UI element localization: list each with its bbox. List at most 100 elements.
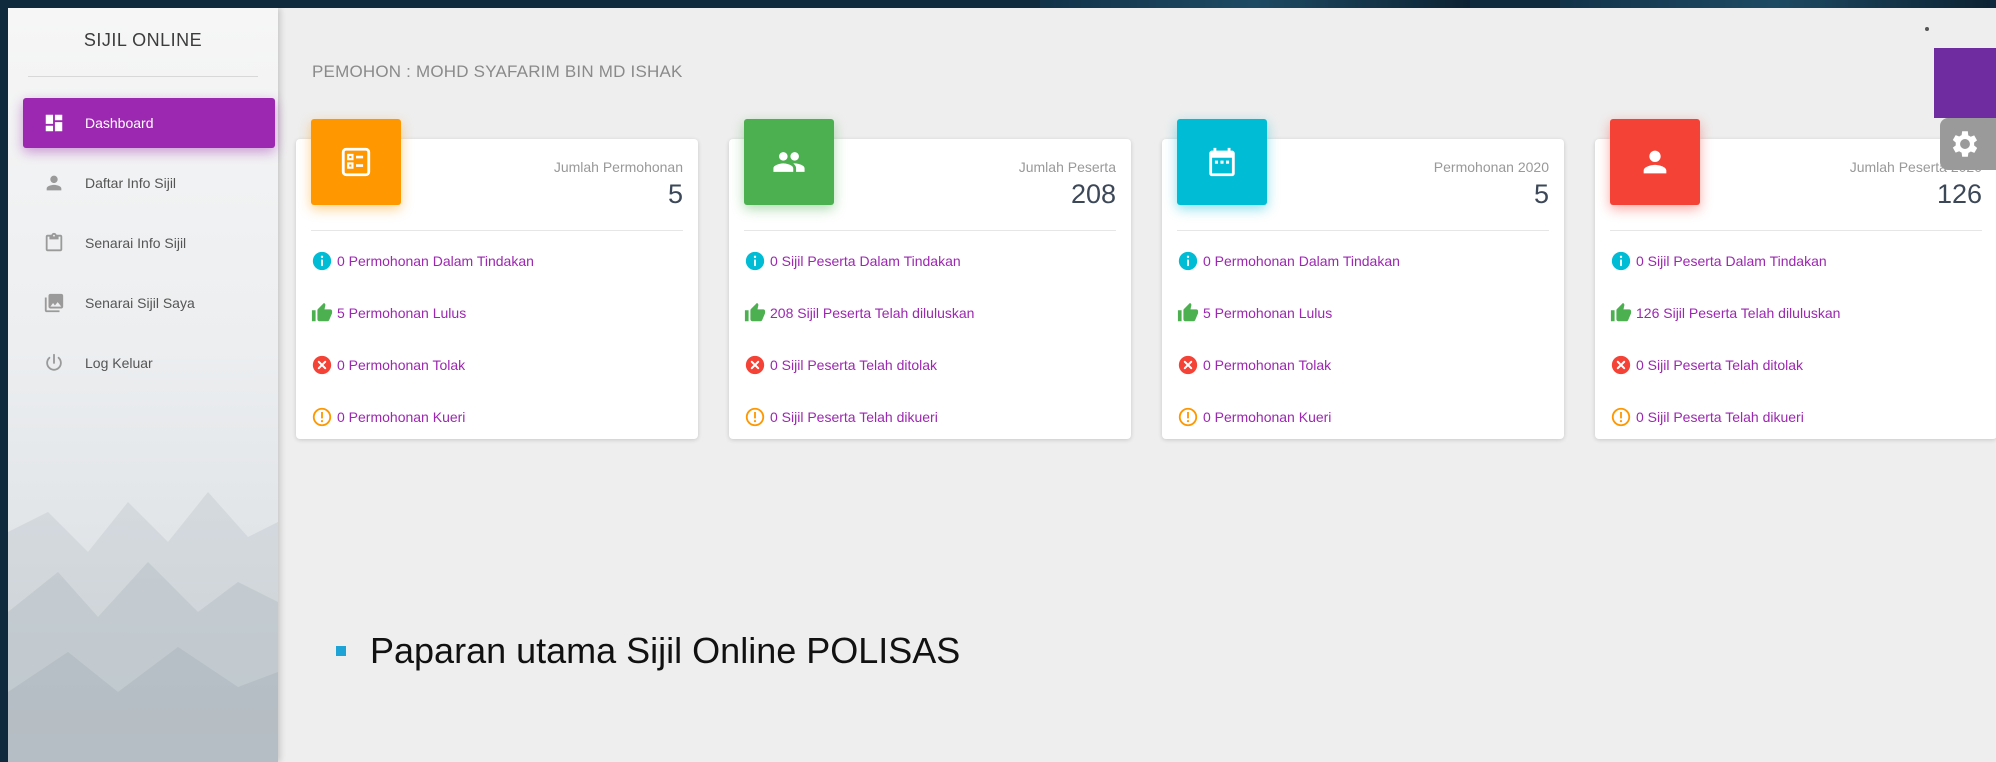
person-icon <box>46 175 62 191</box>
background-streak <box>1560 0 1990 8</box>
sidebar: SIJIL ONLINE Dashboard Daftar Info Sijil… <box>8 8 278 762</box>
stat-lulus[interactable]: 5 Permohonan Lulus <box>1177 302 1332 324</box>
sidebar-item-label: Senarai Sijil Saya <box>85 295 195 311</box>
settings-toggle[interactable] <box>1940 118 1996 170</box>
stat-card-permohonan: Jumlah Permohonan 5 0 Permohonan Dalam T… <box>296 119 698 439</box>
card-category: Jumlah Permohonan <box>553 159 683 175</box>
warning-icon <box>745 407 765 427</box>
stat-kueri[interactable]: 0 Permohonan Kueri <box>1177 406 1331 428</box>
stat-label: 0 Sijil Peserta Telah dikueri <box>1636 409 1804 425</box>
stat-card-peserta: Jumlah Peserta 208 0 Sijil Peserta Dalam… <box>729 119 1131 439</box>
slide-caption: Paparan utama Sijil Online POLISAS <box>370 630 961 671</box>
stat-label: 0 Permohonan Tolak <box>1203 357 1332 373</box>
stat-label: 126 Sijil Peserta Telah diluluskan <box>1636 305 1841 321</box>
clipboard-icon <box>45 232 63 252</box>
card-icon-box <box>311 119 401 205</box>
card-icon-box <box>744 119 834 205</box>
stat-dalam-tindakan[interactable]: 0 Sijil Peserta Dalam Tindakan <box>1610 250 1827 272</box>
cancel-icon <box>745 355 765 375</box>
stat-label: 5 Permohonan Lulus <box>337 305 467 321</box>
stat-tolak[interactable]: 0 Permohonan Tolak <box>311 354 465 376</box>
card-divider <box>1610 230 1982 231</box>
thumbs-up-icon <box>744 302 766 322</box>
info-icon <box>312 251 332 271</box>
card-divider <box>311 230 683 231</box>
cancel-icon <box>312 355 332 375</box>
brand-title[interactable]: SIJIL ONLINE <box>28 30 258 51</box>
card-value: 5 <box>667 179 683 209</box>
warning-icon <box>312 407 332 427</box>
stat-label: 0 Sijil Peserta Telah dikueri <box>770 409 938 425</box>
stat-card-peserta-2020: Jumlah Peserta 2020 126 0 Sijil Peserta … <box>1595 119 1996 439</box>
stat-dikueri[interactable]: 0 Sijil Peserta Telah dikueri <box>744 406 938 428</box>
calendar-icon <box>1209 147 1235 177</box>
sidebar-item-senarai-info-sijil[interactable]: Senarai Info Sijil <box>23 218 275 268</box>
stat-label: 0 Permohonan Dalam Tindakan <box>337 253 534 269</box>
card-divider <box>744 230 1116 231</box>
card-category: Permohonan 2020 <box>1433 159 1549 175</box>
info-icon <box>1178 251 1198 271</box>
brand-divider <box>28 76 258 77</box>
thumbs-up-icon <box>1610 302 1632 322</box>
sidebar-item-label: Dashboard <box>85 115 154 131</box>
stat-lulus[interactable]: 5 Permohonan Lulus <box>311 302 466 324</box>
stat-dalam-tindakan[interactable]: 0 Permohonan Dalam Tindakan <box>1177 250 1400 272</box>
card-category: Jumlah Peserta <box>1018 159 1116 175</box>
sidebar-item-senarai-sijil-saya[interactable]: Senarai Sijil Saya <box>23 278 275 328</box>
stat-ditolak[interactable]: 0 Sijil Peserta Telah ditolak <box>744 354 937 376</box>
card-icon-box <box>1610 119 1700 205</box>
stat-dalam-tindakan[interactable]: 0 Permohonan Dalam Tindakan <box>311 250 534 272</box>
stat-diluluskan[interactable]: 126 Sijil Peserta Telah diluluskan <box>1610 302 1840 324</box>
stat-label: 0 Sijil Peserta Telah ditolak <box>1636 357 1804 373</box>
sidebar-item-label: Daftar Info Sijil <box>85 175 177 191</box>
gear-icon <box>1952 131 1978 157</box>
stat-card-permohonan-2020: Permohonan 2020 5 0 Permohonan Dalam Tin… <box>1162 119 1564 439</box>
card-divider <box>1177 230 1549 231</box>
bullet-marker <box>336 646 346 656</box>
warning-icon <box>1611 407 1631 427</box>
card-value: 5 <box>1533 179 1549 209</box>
stat-label: 0 Permohonan Tolak <box>337 357 466 373</box>
stat-label: 0 Permohonan Dalam Tindakan <box>1203 253 1400 269</box>
stat-ditolak[interactable]: 0 Sijil Peserta Telah ditolak <box>1610 354 1803 376</box>
dashboard-icon <box>45 114 63 132</box>
list-icon <box>341 147 371 177</box>
slide-bullet: Paparan utama Sijil Online POLISAS <box>336 630 960 672</box>
info-icon <box>745 251 765 271</box>
stat-label: 0 Permohonan Kueri <box>1203 409 1332 425</box>
thumbs-up-icon <box>1177 302 1199 322</box>
card-value: 126 <box>1936 179 1982 209</box>
stat-kueri[interactable]: 0 Permohonan Kueri <box>311 406 465 428</box>
stat-diluluskan[interactable]: 208 Sijil Peserta Telah diluluskan <box>744 302 974 324</box>
sidebar-item-dashboard[interactable]: Dashboard <box>23 98 275 148</box>
stat-dikueri[interactable]: 0 Sijil Peserta Telah dikueri <box>1610 406 1804 428</box>
stat-label: 5 Permohonan Lulus <box>1203 305 1333 321</box>
stat-label: 0 Sijil Peserta Telah ditolak <box>770 357 938 373</box>
status-dot <box>1925 27 1929 31</box>
group-icon <box>773 152 805 172</box>
sidebar-item-label: Senarai Info Sijil <box>85 235 187 251</box>
sidebar-item-log-keluar[interactable]: Log Keluar <box>23 338 275 388</box>
stat-label: 208 Sijil Peserta Telah diluluskan <box>770 305 975 321</box>
mountain-background <box>8 492 278 762</box>
thumbs-up-icon <box>311 302 333 322</box>
info-icon <box>1611 251 1631 271</box>
cancel-icon <box>1178 355 1198 375</box>
warning-icon <box>1178 407 1198 427</box>
stat-label: 0 Permohonan Kueri <box>337 409 466 425</box>
stat-dalam-tindakan[interactable]: 0 Sijil Peserta Dalam Tindakan <box>744 250 961 272</box>
card-icon-box <box>1177 119 1267 205</box>
power-icon <box>46 353 62 371</box>
cancel-icon <box>1611 355 1631 375</box>
slide-canvas: SIJIL ONLINE Dashboard Daftar Info Sijil… <box>8 8 1996 762</box>
color-swatch-panel[interactable] <box>1934 48 1996 118</box>
sidebar-item-label: Log Keluar <box>85 355 153 371</box>
person-icon <box>1643 150 1667 174</box>
stat-label: 0 Sijil Peserta Dalam Tindakan <box>770 253 961 269</box>
sidebar-nav: Dashboard Daftar Info Sijil Senarai Info… <box>23 98 275 398</box>
stat-label: 0 Sijil Peserta Dalam Tindakan <box>1636 253 1827 269</box>
photo-library-icon <box>44 293 64 313</box>
card-value: 208 <box>1070 179 1116 209</box>
sidebar-item-daftar-info-sijil[interactable]: Daftar Info Sijil <box>23 158 275 208</box>
stat-tolak[interactable]: 0 Permohonan Tolak <box>1177 354 1331 376</box>
